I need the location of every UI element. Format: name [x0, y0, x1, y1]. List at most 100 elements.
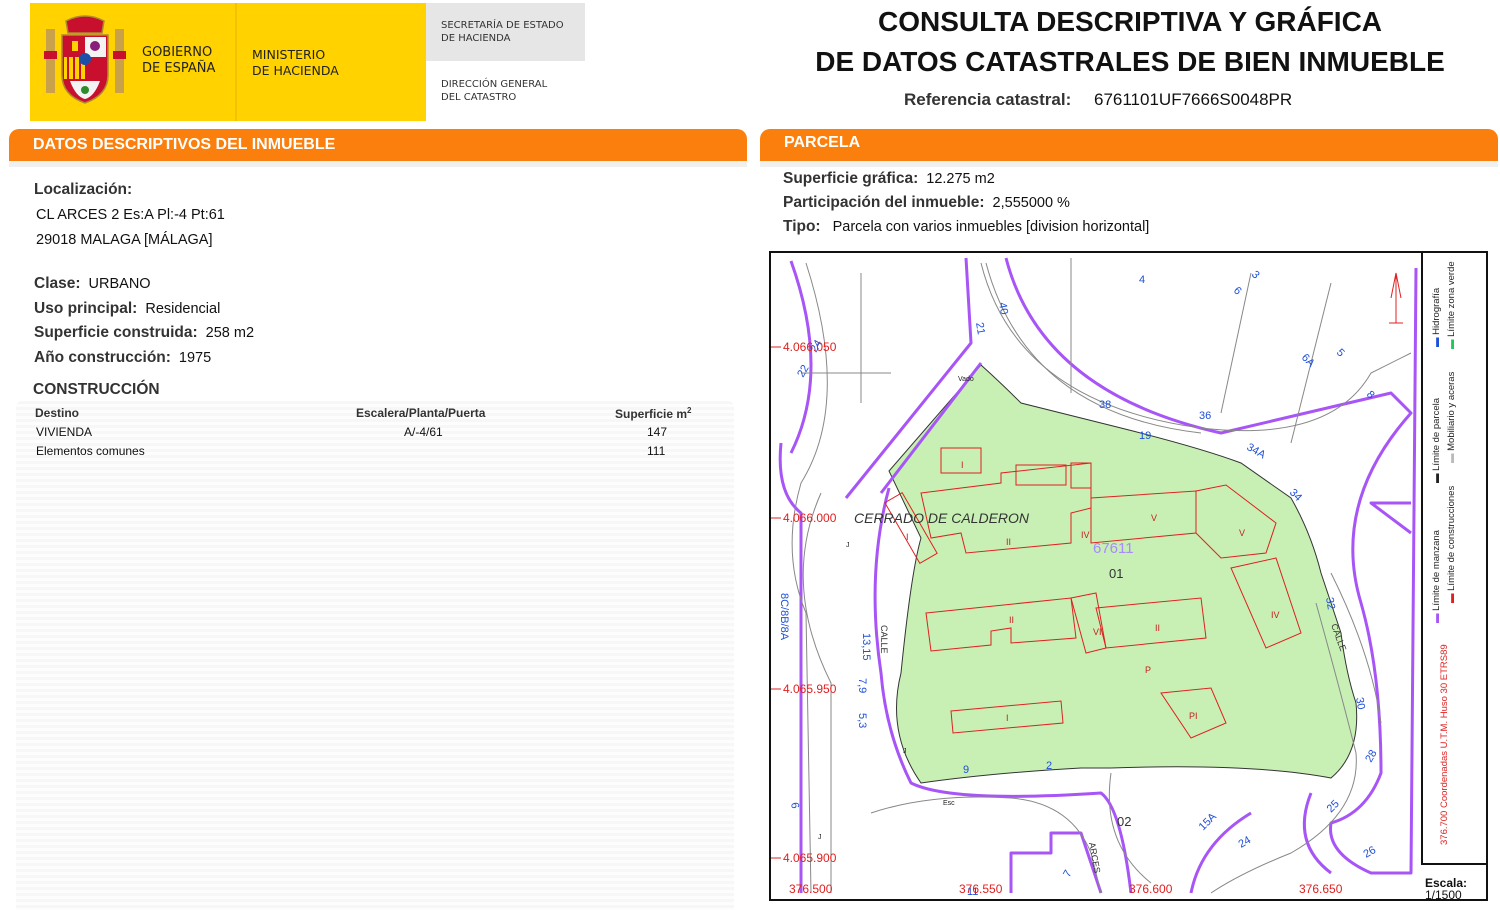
superficie-row: Superficie construida: 258 m2	[34, 324, 254, 342]
num-2: 2	[1046, 760, 1052, 772]
superficie-grafica-value: 12.275 m2	[926, 171, 995, 187]
map-legend: ▬ Hidrografía ▬ Límite zona verde ▬ Lími…	[1421, 253, 1488, 865]
participacion-label: Participación del inmueble:	[783, 194, 985, 211]
parcel-ref-label: 67611	[1093, 540, 1134, 557]
tipo-value: Parcela con varios inmuebles [division h…	[832, 219, 1150, 235]
num-19: 19	[1139, 430, 1151, 442]
num-8cba: 8C/8B/8A	[778, 593, 790, 641]
coord-x-2: 376.550	[959, 882, 1003, 896]
legend-limite-parcela: ▬ Límite de parcela	[1431, 397, 1442, 483]
cell-destino: Elementos comunes	[36, 444, 145, 458]
direccion-line-1: CL ARCES 2 Es:A Pl:-4 Pt:61	[36, 207, 225, 223]
num-3: 3	[1249, 269, 1262, 282]
construccion-title: CONSTRUCCIÓN	[33, 381, 160, 398]
tipo-row: Tipo: Parcela con varios inmuebles [divis…	[783, 218, 1149, 236]
cell-escalera: A/-4/61	[404, 425, 443, 439]
num-9: 9	[963, 764, 969, 776]
svg-text:PI: PI	[1189, 711, 1198, 721]
secretaria-block: SECRETARÍA DE ESTADO DE HACIENDA	[426, 3, 585, 61]
street-calle-1: CALLE	[879, 625, 889, 654]
referencia-value: 6761101UF7666S0048PR	[1094, 90, 1293, 109]
tipo-label: Tipo:	[783, 218, 821, 235]
gobierno-logo: GOBIERNO DE ESPAÑA MINISTERIO DE HACIEND…	[30, 3, 426, 121]
direccion-general-text: DIRECCIÓN GENERAL DEL CATASTRO	[441, 79, 548, 103]
svg-text:II: II	[1006, 537, 1011, 547]
page-title: CONSULTA DESCRIPTIVA Y GRÁFICA DE DATOS …	[815, 6, 1445, 77]
num-6A: 6A	[1299, 352, 1317, 370]
svg-text:V: V	[1239, 528, 1245, 538]
clase-label: Clase:	[34, 275, 81, 292]
superficie-grafica-row: Superficie gráfica: 12.275 m2	[783, 170, 995, 188]
num-34A: 34A	[1245, 441, 1269, 462]
num-1315: 13,15	[860, 633, 872, 661]
svg-text:Esc: Esc	[943, 800, 955, 807]
legend-hidrografia: ▬ Hidrografía	[1431, 287, 1442, 347]
superficie-label: Superficie construida:	[34, 324, 198, 341]
section-title-datos: DATOS DESCRIPTIVOS DEL INMUEBLE	[33, 136, 336, 153]
col-superficie: Superficie m2	[615, 406, 692, 421]
parcel-number-2: 02	[1117, 814, 1131, 829]
scale-value: 1/1500	[1425, 888, 1462, 902]
coord-x-1: 376.500	[789, 882, 833, 896]
num-21: 21	[973, 321, 987, 335]
num-7: 7	[1061, 868, 1074, 879]
num-15A: 15A	[1197, 810, 1220, 833]
map-scale: Escala: 1/1500	[1421, 865, 1488, 902]
section-header-parcela: PARCELA	[760, 129, 1498, 167]
secretaria-text: SECRETARÍA DE ESTADO DE HACIENDA	[441, 20, 564, 44]
participacion-value: 2,555000 %	[992, 195, 1070, 211]
coat-of-arms-icon	[44, 15, 126, 104]
legend-mobiliario: ▬ Mobiliario y aceras	[1446, 371, 1457, 463]
construccion-table: Destino Escalera/Planta/Puerta Superfici…	[16, 401, 734, 910]
svg-text:J: J	[846, 542, 850, 549]
num-24b: 24	[1237, 834, 1254, 851]
referencia-label: Referencia catastral:	[904, 90, 1072, 109]
svg-text:I: I	[961, 460, 964, 470]
num-53: 5,3	[856, 713, 868, 728]
uso-label: Uso principal:	[34, 300, 138, 317]
num-6: 6	[1231, 285, 1244, 298]
col-escalera: Escalera/Planta/Puerta	[356, 406, 486, 420]
north-arrow-icon	[1389, 272, 1403, 324]
clase-value: URBANO	[88, 276, 151, 292]
coord-x-3: 376.600	[1129, 882, 1173, 896]
legend-limite-construcciones: ▬ Límite de construcciones	[1446, 485, 1457, 603]
num-40: 40	[996, 301, 1010, 315]
map-canvas: 40 21 24 22 4 6 3 6A 5 8 38 36 19 34A 34…	[771, 257, 1418, 898]
num-6b: 6	[788, 801, 801, 809]
cadastral-map[interactable]: 40 21 24 22 4 6 3 6A 5 8 38 36 19 34A 34…	[769, 251, 1488, 901]
col-destino: Destino	[35, 406, 80, 420]
num-36: 36	[1199, 410, 1211, 422]
logo-divider	[235, 3, 237, 121]
svg-text:Vado: Vado	[958, 376, 974, 383]
num-28: 28	[1363, 748, 1380, 765]
superficie-grafica-label: Superficie gráfica:	[783, 170, 919, 187]
num-30: 30	[1353, 696, 1367, 710]
section-title-parcela: PARCELA	[784, 134, 861, 151]
clase-row: Clase: URBANO	[34, 275, 151, 293]
cell-destino: VIVIENDA	[36, 425, 93, 439]
svg-text:VI: VI	[1093, 627, 1102, 637]
svg-text:J: J	[818, 834, 822, 841]
svg-text:II: II	[1009, 615, 1014, 625]
num-26: 26	[1362, 844, 1379, 861]
num-79: 7,9	[856, 678, 868, 693]
section-header-datos: DATOS DESCRIPTIVOS DEL INMUEBLE	[9, 129, 747, 167]
parcel-number: 01	[1109, 566, 1123, 581]
num-5: 5	[1334, 347, 1347, 360]
anio-label: Año construcción:	[34, 349, 171, 366]
uso-row: Uso principal: Residencial	[34, 300, 220, 318]
superficie-value: 258 m2	[205, 325, 255, 341]
coord-y-4: 4.065.900	[783, 851, 837, 865]
coord-y-2: 4.066.000	[783, 511, 837, 525]
num-32: 32	[1323, 596, 1337, 610]
svg-text:I: I	[1006, 713, 1009, 723]
anio-value: 1975	[178, 350, 212, 366]
anio-row: Año construcción: 1975	[34, 349, 211, 367]
cell-superficie: 111	[647, 444, 666, 458]
svg-text:II: II	[1155, 623, 1160, 633]
coord-x-4: 376.650	[1299, 882, 1343, 896]
referencia-catastral: Referencia catastral: 6761101UF7666S0048…	[904, 90, 1292, 110]
svg-text:I: I	[906, 532, 909, 542]
localizacion-label: Localización:	[34, 181, 133, 198]
